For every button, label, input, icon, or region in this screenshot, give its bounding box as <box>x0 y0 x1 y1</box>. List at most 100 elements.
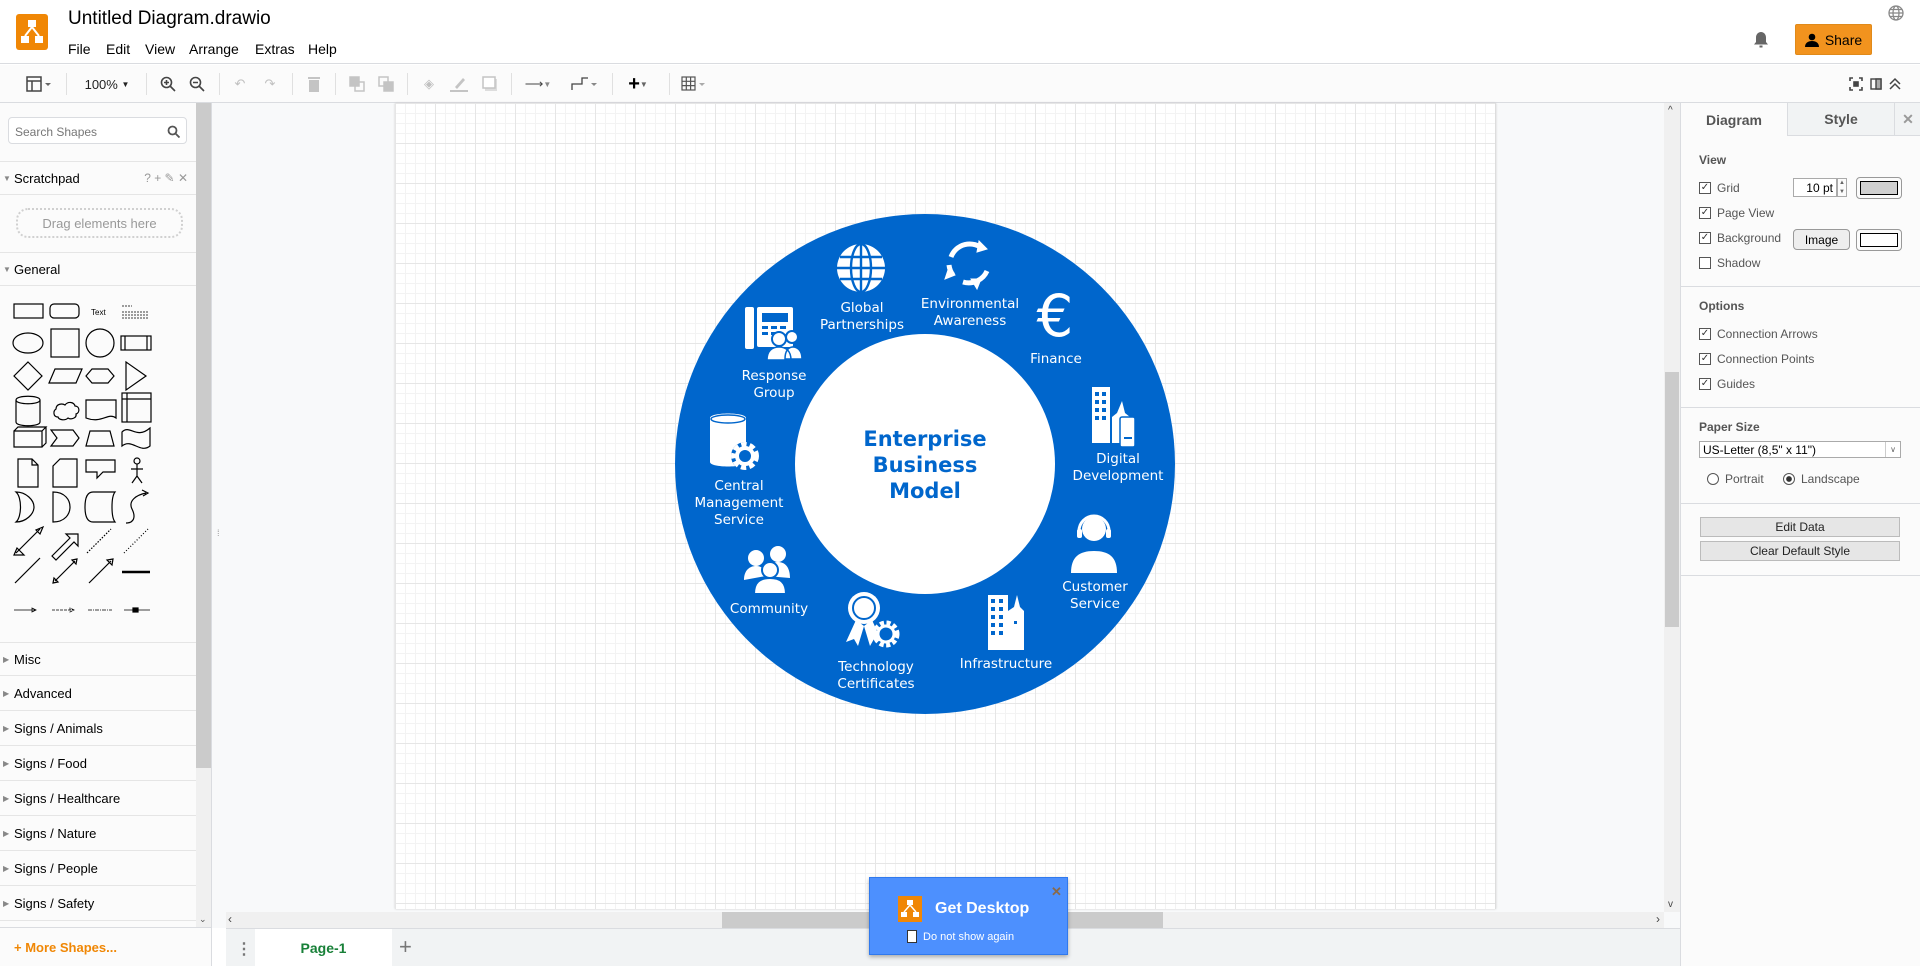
menu-view[interactable]: View <box>145 41 175 57</box>
page-view-checkbox[interactable]: ✓ Page View <box>1699 206 1774 220</box>
grid-color-button[interactable] <box>1856 177 1902 199</box>
menu-help[interactable]: Help <box>308 41 337 57</box>
general-header[interactable]: ▼ General <box>0 252 196 286</box>
clear-default-style-button[interactable]: Clear Default Style <box>1700 541 1900 561</box>
zoom-select[interactable]: 100% ▼ <box>78 74 136 94</box>
item-response-group[interactable]: Response Group <box>742 368 807 402</box>
section-signs-animals[interactable]: ▶ Signs / Animals <box>0 712 196 746</box>
redo-icon[interactable]: ↷ <box>260 74 280 94</box>
to-front-icon[interactable] <box>347 74 367 94</box>
zoom-in-icon[interactable] <box>158 74 178 94</box>
popup-title[interactable]: Get Desktop <box>935 900 1029 918</box>
tab-diagram[interactable]: Diagram <box>1681 103 1787 136</box>
close-icon[interactable]: ✕ <box>1051 884 1062 900</box>
item-infrastructure[interactable]: Infrastructure <box>960 656 1052 673</box>
connection-style-icon[interactable]: ⟶ ▼ <box>522 74 554 94</box>
shadow-checkbox[interactable]: Shadow <box>1699 256 1760 270</box>
guides-checkbox[interactable]: ✓ Guides <box>1699 377 1755 391</box>
checkbox-checked[interactable]: ✓ <box>1699 207 1711 219</box>
item-customer-service[interactable]: Customer Service <box>1062 579 1128 613</box>
document-title[interactable]: Untitled Diagram.drawio <box>68 8 271 30</box>
close-panel-icon[interactable]: ✕ <box>1894 103 1920 136</box>
section-signs-nature[interactable]: ▶ Signs / Nature <box>0 817 196 851</box>
portrait-radio[interactable]: Portrait <box>1707 472 1764 486</box>
item-finance[interactable]: Finance <box>1030 351 1082 368</box>
scratchpad-tools[interactable]: ? + ✎ ✕ <box>144 171 188 185</box>
line-color-icon[interactable] <box>449 74 469 94</box>
fullscreen-icon[interactable] <box>1846 74 1866 94</box>
globe-icon[interactable] <box>1888 5 1904 26</box>
tab-style[interactable]: Style <box>1787 103 1894 136</box>
share-button[interactable]: Share <box>1795 24 1872 55</box>
background-checkbox[interactable]: ✓ Background <box>1699 231 1781 245</box>
checkbox-checked[interactable]: ✓ <box>1699 328 1711 340</box>
table-icon[interactable] <box>678 74 710 94</box>
radio-selected[interactable] <box>1783 473 1795 485</box>
edit-data-button[interactable]: Edit Data <box>1700 517 1900 537</box>
grid-size-stepper[interactable]: ▲ ▼ <box>1837 178 1847 197</box>
undo-icon[interactable]: ↶ <box>230 74 250 94</box>
checkbox-checked[interactable]: ✓ <box>1699 378 1711 390</box>
scratchpad-header[interactable]: ▼ Scratchpad ? + ✎ ✕ <box>0 161 196 195</box>
checkbox-checked[interactable]: ✓ <box>1699 182 1711 194</box>
format-panel-toggle[interactable] <box>22 74 56 94</box>
menu-file[interactable]: File <box>68 41 91 57</box>
item-environmental-awareness[interactable]: Environmental Awareness <box>921 296 1019 330</box>
checkbox-unchecked[interactable] <box>1699 257 1711 269</box>
item-central-management-service[interactable]: Central Management Service <box>695 478 784 529</box>
center-title[interactable]: Enterprise Business Model <box>863 426 986 504</box>
fill-color-icon[interactable]: ◈ <box>419 74 439 94</box>
bell-icon[interactable] <box>1753 31 1769 54</box>
scratchpad-dropzone[interactable]: Drag elements here <box>16 208 183 238</box>
search-icon[interactable] <box>167 125 180 138</box>
checkbox-checked[interactable]: ✓ <box>1699 232 1711 244</box>
vertical-scrollbar[interactable]: ^ v <box>1664 103 1680 912</box>
scrollbar-thumb[interactable] <box>196 103 211 768</box>
item-global-partnerships[interactable]: Global Partnerships <box>820 300 904 334</box>
shadow-icon[interactable] <box>480 74 500 94</box>
zoom-out-icon[interactable] <box>187 74 207 94</box>
diagram-canvas[interactable]: ⁞ € Global Partnerships Environmental Aw… <box>212 103 1680 928</box>
background-image-button[interactable]: Image <box>1793 229 1850 250</box>
paper-size-select[interactable]: US-Letter (8,5" x 11") ∨ <box>1699 441 1901 458</box>
tab-page-1[interactable]: Page-1 <box>255 929 392 967</box>
more-shapes-button[interactable]: + More Shapes... <box>0 927 211 966</box>
collapse-icon[interactable] <box>1885 74 1905 94</box>
connection-arrows-checkbox[interactable]: ✓ Connection Arrows <box>1699 327 1818 341</box>
pages-menu-icon[interactable]: ⋮ <box>236 939 252 959</box>
grid-size-input[interactable]: 10 pt <box>1793 178 1837 197</box>
search-shapes-input[interactable]: Search Shapes <box>8 117 187 144</box>
menu-extras[interactable]: Extras <box>255 41 295 57</box>
item-technology-certificates[interactable]: Technology Certificates <box>837 659 914 693</box>
grid-checkbox[interactable]: ✓ Grid <box>1699 181 1740 195</box>
shape-text[interactable]: Text <box>91 308 106 317</box>
section-advanced[interactable]: ▶ Advanced <box>0 677 196 711</box>
menu-arrange[interactable]: Arrange <box>189 41 239 57</box>
insert-icon[interactable]: + ▼ <box>622 73 654 95</box>
radio-unselected[interactable] <box>1707 473 1719 485</box>
section-signs-safety[interactable]: ▶ Signs / Safety <box>0 887 196 921</box>
do-not-show-checkbox[interactable] <box>907 930 917 943</box>
chevron-down-icon[interactable]: ∨ <box>1885 442 1900 457</box>
item-digital-development[interactable]: Digital Development <box>1073 451 1164 485</box>
toggle-panel-icon[interactable] <box>1866 74 1886 94</box>
add-page-icon[interactable]: + <box>399 934 412 960</box>
section-misc[interactable]: ▶ Misc <box>0 642 196 676</box>
item-community[interactable]: Community <box>730 601 808 618</box>
checkbox-checked[interactable]: ✓ <box>1699 353 1711 365</box>
section-signs-people[interactable]: ▶ Signs / People <box>0 852 196 886</box>
section-signs-food[interactable]: ▶ Signs / Food <box>0 747 196 781</box>
sidebar-scrollbar[interactable]: ⌄ <box>196 103 211 927</box>
menu-edit[interactable]: Edit <box>106 41 130 57</box>
delete-icon[interactable] <box>304 74 324 94</box>
checkbox-label: Connection Points <box>1717 352 1815 366</box>
waypoints-icon[interactable] <box>568 74 600 94</box>
connection-points-checkbox[interactable]: ✓ Connection Points <box>1699 352 1814 366</box>
background-color-button[interactable] <box>1856 229 1902 251</box>
general-shapes-palette[interactable]: Text <box>0 288 196 633</box>
to-back-icon[interactable] <box>376 74 396 94</box>
label-line: Technology <box>838 659 914 675</box>
section-signs-healthcare[interactable]: ▶ Signs / Healthcare <box>0 782 196 816</box>
landscape-radio[interactable]: Landscape <box>1783 472 1860 486</box>
scrollbar-thumb[interactable] <box>1665 372 1679 627</box>
